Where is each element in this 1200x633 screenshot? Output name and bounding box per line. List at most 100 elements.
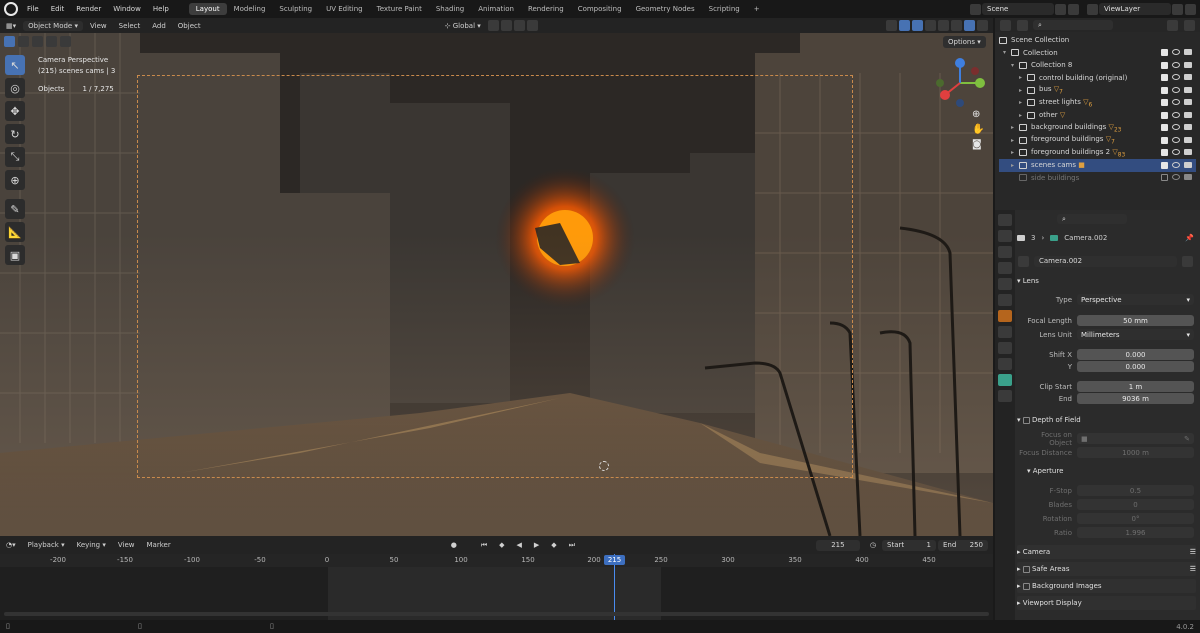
- menu-add[interactable]: Add: [147, 21, 171, 31]
- exclude-checkbox[interactable]: [1161, 174, 1168, 182]
- outliner-row[interactable]: ▸ control building (original): [999, 72, 1196, 85]
- transform-orientation-selector[interactable]: ⊹ Global ▾: [440, 21, 486, 31]
- texture-tab-icon[interactable]: [998, 390, 1012, 402]
- snap-icon[interactable]: [500, 20, 512, 31]
- outliner-row[interactable]: ▾ Collection 8: [999, 59, 1196, 72]
- lens-unit-dropdown[interactable]: Millimeters ▾: [1077, 329, 1194, 340]
- camera-render-icon[interactable]: [1184, 161, 1192, 168]
- start-frame-field[interactable]: Start 1: [882, 539, 936, 551]
- exclude-checkbox[interactable]: [1161, 74, 1168, 82]
- constraints-tab-icon[interactable]: [998, 358, 1012, 370]
- eye-icon[interactable]: [1172, 49, 1180, 56]
- eye-icon[interactable]: [1172, 86, 1180, 93]
- modifiers-tab-icon[interactable]: [998, 326, 1012, 338]
- menu-select[interactable]: Select: [114, 21, 146, 31]
- eye-icon[interactable]: [1172, 174, 1180, 181]
- view-layer-tab-icon[interactable]: [998, 262, 1012, 274]
- safe-areas-checkbox[interactable]: [1022, 565, 1030, 573]
- outliner-row[interactable]: ▾ Collection: [999, 47, 1196, 60]
- filter-icon[interactable]: [1167, 19, 1178, 31]
- exclude-checkbox[interactable]: [1161, 99, 1168, 107]
- camera-section-header[interactable]: ▸ Camera ☰: [1017, 545, 1196, 559]
- menu-object[interactable]: Object: [173, 21, 206, 31]
- play-icon[interactable]: ▶: [529, 540, 544, 550]
- play-reverse-icon[interactable]: ◀: [512, 540, 527, 550]
- scene-icon[interactable]: [970, 3, 981, 15]
- eyedropper-icon[interactable]: ✎: [1184, 435, 1190, 443]
- marker-menu[interactable]: Marker: [142, 540, 176, 550]
- cursor-tool-icon[interactable]: ◎: [5, 78, 25, 98]
- record-button-icon[interactable]: ●: [446, 540, 462, 550]
- rotation-field[interactable]: 0°: [1077, 513, 1194, 524]
- workspace-tab-compositing[interactable]: Compositing: [571, 3, 629, 15]
- exclude-checkbox[interactable]: [1161, 149, 1168, 157]
- ratio-field[interactable]: 1.996: [1077, 527, 1194, 538]
- background-images-checkbox[interactable]: [1022, 582, 1030, 590]
- workspace-tab-shading[interactable]: Shading: [429, 3, 471, 15]
- outliner-row-scene-collection[interactable]: Scene Collection: [999, 34, 1196, 47]
- dof-checkbox[interactable]: [1022, 416, 1030, 424]
- camera-render-icon[interactable]: [1184, 136, 1192, 143]
- remove-scene-icon[interactable]: [1068, 3, 1079, 15]
- display-mode-icon[interactable]: [1017, 19, 1028, 31]
- add-workspace-button[interactable]: +: [747, 3, 767, 15]
- object-tab-icon[interactable]: [998, 310, 1012, 322]
- outliner-row-selected[interactable]: ▸ scenes cams ■: [999, 159, 1196, 172]
- output-tab-icon[interactable]: [998, 246, 1012, 258]
- menu-edit[interactable]: Edit: [45, 5, 71, 13]
- new-view-layer-icon[interactable]: [1172, 3, 1183, 15]
- select-mode-intersect-icon[interactable]: [60, 36, 71, 47]
- proportional-edit-icon[interactable]: [513, 20, 525, 31]
- pan-hand-icon[interactable]: ✋: [972, 124, 984, 135]
- outliner-row[interactable]: ▸ background buildings ▽23: [999, 122, 1196, 135]
- select-mode-extend-icon[interactable]: [18, 36, 29, 47]
- viewport-display-section-header[interactable]: ▸ Viewport Display: [1017, 596, 1196, 610]
- proportional-falloff-icon[interactable]: [526, 20, 538, 31]
- render-tab-icon[interactable]: [998, 230, 1012, 242]
- eye-icon[interactable]: [1172, 111, 1180, 118]
- aperture-section-header[interactable]: ▾ Aperture: [1027, 464, 1196, 478]
- zoom-icon[interactable]: ⊕: [972, 109, 984, 120]
- eye-icon[interactable]: [1172, 61, 1180, 68]
- eye-icon[interactable]: [1172, 74, 1180, 81]
- new-scene-icon[interactable]: [1055, 3, 1066, 15]
- eye-icon[interactable]: [1172, 124, 1180, 131]
- dof-section-header[interactable]: ▾ Depth of Field: [1017, 413, 1196, 427]
- eye-icon[interactable]: [1172, 149, 1180, 156]
- overlay-icon[interactable]: [912, 20, 923, 31]
- exclude-checkbox[interactable]: [1161, 124, 1168, 132]
- shading-material-icon[interactable]: [964, 20, 975, 31]
- clip-end-field[interactable]: 9036 m: [1077, 393, 1194, 404]
- focal-length-field[interactable]: 50 mm: [1077, 315, 1194, 326]
- keying-menu[interactable]: Keying ▾: [72, 540, 111, 550]
- outliner-row[interactable]: ▸ other ▽: [999, 109, 1196, 122]
- workspace-tab-modeling[interactable]: Modeling: [227, 3, 273, 15]
- menu-help[interactable]: Help: [147, 5, 175, 13]
- exclude-checkbox[interactable]: [1161, 61, 1168, 69]
- visibility-icon[interactable]: [886, 20, 897, 31]
- timeline-view-menu[interactable]: View: [113, 540, 140, 550]
- pin-icon[interactable]: 📌: [1185, 234, 1194, 242]
- tool-tab-icon[interactable]: [998, 214, 1012, 226]
- outliner-row[interactable]: ▸ foreground buildings ▽7: [999, 134, 1196, 147]
- measure-tool-icon[interactable]: 📐: [5, 222, 25, 242]
- outliner-row-excluded[interactable]: side buildings: [999, 172, 1196, 185]
- eye-icon[interactable]: [1172, 99, 1180, 106]
- eye-icon[interactable]: [1172, 136, 1180, 143]
- 3d-viewport[interactable]: Camera Perspective (215) scenes cams | 3…: [0, 33, 993, 536]
- options-dropdown[interactable]: Options ▾: [943, 36, 986, 48]
- timeline-scrollbar[interactable]: [4, 612, 989, 616]
- outliner-search-input[interactable]: ⌕: [1033, 20, 1113, 30]
- camera-render-icon[interactable]: [1184, 86, 1192, 93]
- background-images-section-header[interactable]: ▸ Background Images: [1017, 579, 1196, 593]
- workspace-tab-texture-paint[interactable]: Texture Paint: [370, 3, 429, 15]
- scene-selector[interactable]: Scene: [982, 3, 1054, 15]
- scale-tool-icon[interactable]: ⤡: [5, 147, 25, 167]
- menu-window[interactable]: Window: [107, 5, 147, 13]
- safe-areas-section-header[interactable]: ▸ Safe Areas ☰: [1017, 562, 1196, 576]
- exclude-checkbox[interactable]: [1161, 136, 1168, 144]
- annotate-tool-icon[interactable]: ✎: [5, 199, 25, 219]
- jump-start-icon[interactable]: ⏮: [476, 540, 492, 551]
- jump-keyframe-forward-icon[interactable]: ◆: [546, 540, 561, 550]
- outliner-editor-icon[interactable]: [1000, 19, 1011, 31]
